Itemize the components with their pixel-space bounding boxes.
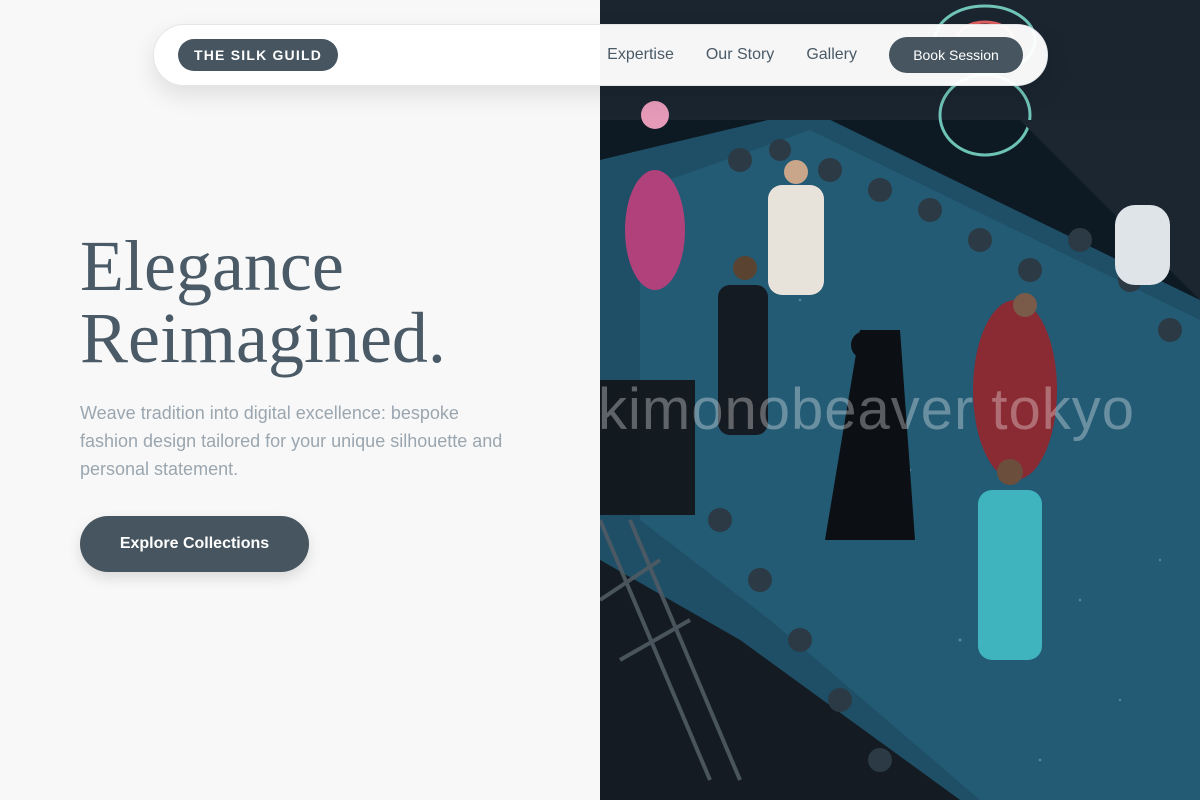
hero-photo: kimonobeaver tokyo [600, 0, 1200, 800]
nav-link-gallery[interactable]: Gallery [806, 46, 857, 64]
nav-link-our-story[interactable]: Our Story [706, 46, 774, 64]
hero-title-line-2: Reimagined. [80, 298, 446, 378]
nav-link-expertise[interactable]: Expertise [607, 46, 674, 64]
book-session-button[interactable]: Book Session [889, 37, 1023, 73]
hero-subtitle: Weave tradition into digital excellence:… [80, 403, 503, 479]
hero-title-line-1: Elegance [80, 226, 344, 306]
hero-section: Elegance Reimagined. Weave tradition int… [80, 230, 540, 572]
explore-collections-button[interactable]: Explore Collections [80, 516, 309, 572]
top-nav: THE SILK GUILD Expertise Our Story Galle… [153, 24, 1048, 86]
brand-logo[interactable]: THE SILK GUILD [178, 39, 339, 71]
photo-watermark: kimonobeaver tokyo [600, 377, 1136, 442]
nav-links: Expertise Our Story Gallery Book Session [607, 37, 1023, 73]
hero-title: Elegance Reimagined. [80, 230, 540, 374]
